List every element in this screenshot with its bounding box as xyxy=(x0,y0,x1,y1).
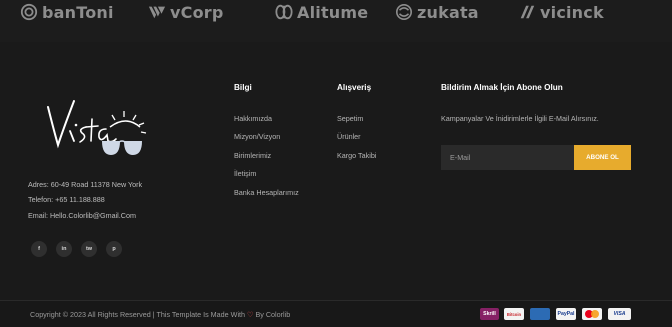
newsletter-description: Kampanyalar Ve İnidirimlerle İlgili E-Ma… xyxy=(441,114,599,123)
link-urunler[interactable]: Ürünler xyxy=(337,132,361,141)
vicinck-logo-icon xyxy=(520,5,535,19)
link-birimlerimiz[interactable]: Birimlerimiz xyxy=(234,151,271,160)
newsletter-heading: Bildirim Almak İçin Abone Olun xyxy=(441,83,563,92)
vcorp-logo-icon xyxy=(148,6,166,19)
visa-payment-icon: VISA xyxy=(608,308,631,320)
mastercard-payment-icon xyxy=(582,308,602,320)
paypal-payment-icon: PayPal xyxy=(556,308,576,320)
skrill-payment-icon: Skrill xyxy=(480,308,499,320)
link-mizyon-vizyon[interactable]: Mizyon/Vizyon xyxy=(234,132,280,141)
footer-main: Adres: 60-49 Road 11378 New York Telefon… xyxy=(0,42,672,292)
brand-alitume: Alitume xyxy=(275,1,368,23)
alisveris-heading: Alışveriş xyxy=(337,83,372,92)
zukata-logo-icon xyxy=(395,3,413,21)
newsletter-email-input[interactable] xyxy=(441,145,574,170)
instagram-icon[interactable]: in xyxy=(56,241,72,257)
bilgi-heading: Bilgi xyxy=(234,83,252,92)
brand-strip: banToni vCorp Alitume zukata vicinck xyxy=(0,0,672,42)
brand-bantoni: banToni xyxy=(20,1,114,23)
visa-electron-payment-icon xyxy=(530,308,550,320)
copyright-bar: Copyright © 2023 All Rights Reserved | T… xyxy=(0,300,672,327)
pinterest-icon[interactable]: p xyxy=(106,241,122,257)
copyright-suffix: By Colorlib xyxy=(253,310,291,319)
bantoni-logo-icon xyxy=(20,3,38,21)
twitter-icon[interactable]: tw xyxy=(81,241,97,257)
alitume-logo-icon xyxy=(275,4,293,20)
link-sepetim[interactable]: Sepetim xyxy=(337,114,363,123)
email-text: Email: Hello.Colorlib@Gmail.Com xyxy=(28,211,136,220)
brand-vicinck: vicinck xyxy=(518,1,604,23)
bitcoin-payment-icon: Bitcoin xyxy=(504,308,524,320)
facebook-icon[interactable]: f xyxy=(31,241,47,257)
address-text: Adres: 60-49 Road 11378 New York xyxy=(28,180,143,189)
link-kargo-takibi[interactable]: Kargo Takibi xyxy=(337,151,376,160)
subscribe-button[interactable]: ABONE OL xyxy=(574,145,631,170)
link-banka-hesaplarimiz[interactable]: Banka Hesaplarımız xyxy=(234,188,299,197)
copyright-text: Copyright © 2023 All Rights Reserved | T… xyxy=(30,310,290,319)
link-hakkimizda[interactable]: Hakkımızda xyxy=(234,114,272,123)
copyright-prefix: Copyright © 2023 All Rights Reserved | T… xyxy=(30,310,248,319)
phone-text: Telefon: +65 11.188.888 xyxy=(28,195,105,204)
link-iletisim[interactable]: İletişim xyxy=(234,169,256,178)
brand-vcorp: vCorp xyxy=(148,1,224,23)
vista-logo xyxy=(47,100,147,155)
brand-zukata: zukata xyxy=(395,1,479,23)
